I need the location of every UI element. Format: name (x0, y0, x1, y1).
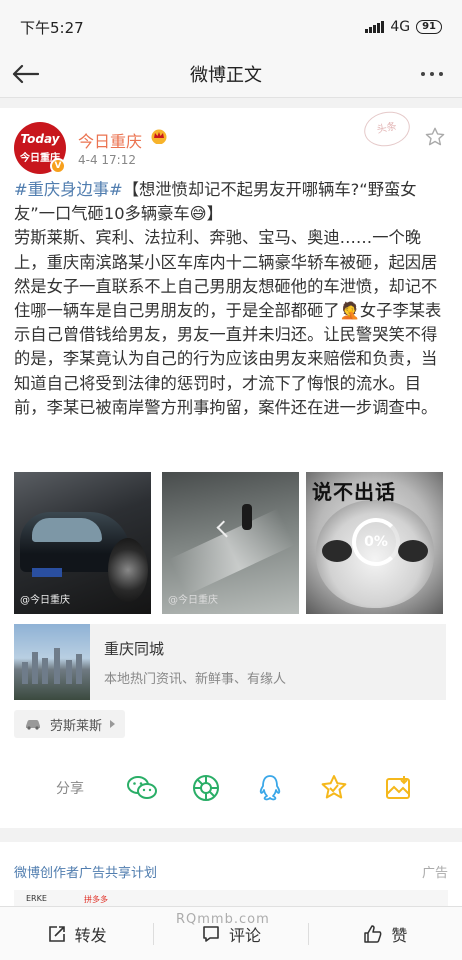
image-share-icon (386, 776, 410, 799)
share-image-button[interactable] (366, 768, 430, 808)
star-badge-icon (321, 775, 347, 799)
spare-tyre (108, 538, 148, 602)
topic-tag-link[interactable]: #重庆身边事# (14, 180, 123, 199)
headline-stamp: 头条 (360, 107, 414, 151)
ad-title[interactable]: 微博创作者广告共享计划 (14, 862, 157, 881)
wechat-icon (127, 776, 157, 799)
nav-bar: 微博正文 (0, 50, 462, 98)
status-indicators: 4G 91 (365, 15, 442, 35)
share-row: 分享 (0, 758, 462, 818)
ad-brand-a: ERKE (26, 894, 47, 903)
post-image-3[interactable]: 说不出话 0% (306, 472, 443, 614)
topic-chip-label: 劳斯莱斯 (50, 718, 103, 734)
post-card: Today 今日重庆 V 今日重庆 4-4 17:12 头条 #重庆身边事#【想… (0, 107, 462, 828)
repost-button[interactable]: 转发 (0, 922, 153, 946)
car-topic-chip[interactable]: 劳斯莱斯 (14, 710, 126, 738)
person-silhouette (242, 504, 252, 530)
verified-badge-icon: V (50, 158, 66, 174)
share-wechat-button[interactable] (110, 768, 174, 808)
light-streak (169, 508, 295, 596)
ad-label: 广告 (421, 866, 448, 881)
more-button[interactable] (402, 50, 462, 98)
repost-icon (48, 925, 65, 942)
back-button[interactable] (0, 50, 50, 98)
link-card-description: 本地热门资讯、新鲜事、有缘人 (104, 672, 287, 687)
ad-section[interactable]: 微博创作者广告共享计划 广告 ERKE 拼多多 (0, 842, 462, 912)
battery-icon: 91 (416, 20, 442, 34)
image-watermark: @今日重庆 (168, 595, 218, 606)
share-favorite-button[interactable] (302, 768, 366, 808)
moments-icon (193, 775, 219, 801)
share-label: 分享 (56, 781, 84, 797)
crown-icon (151, 129, 167, 144)
status-bar: 下午5:27 4G 91 (0, 0, 462, 50)
car-window (32, 518, 102, 542)
ad-brand-b: 拼多多 (84, 895, 108, 904)
repost-label: 转发 (74, 925, 107, 945)
favorite-star-icon[interactable] (424, 126, 446, 148)
meme-eye-left (322, 540, 352, 562)
share-qq-button[interactable] (238, 768, 302, 808)
post-image-1[interactable]: @今日重庆 (14, 472, 151, 614)
post-body: 劳斯莱斯、宾利、法拉利、奔驰、宝马、奥迪……一个晚上，重庆南滨路某小区车库内十二… (14, 228, 442, 417)
car-plate (32, 568, 62, 577)
like-button[interactable]: 赞 (309, 922, 462, 946)
image-watermark: @今日重庆 (20, 595, 70, 606)
post-image-2[interactable]: @今日重庆 (162, 472, 299, 614)
author-name[interactable]: 今日重庆 (78, 128, 142, 152)
network-type: 4G (390, 19, 411, 35)
link-card[interactable]: 重庆同城 本地热门资讯、新鲜事、有缘人 (14, 624, 446, 700)
link-card-title: 重庆同城 (104, 640, 165, 658)
city-skyline-thumbnail (14, 624, 90, 700)
meme-caption: 说不出话 (312, 480, 396, 504)
post-time: 4-4 17:12 (78, 153, 136, 167)
site-watermark: RQmmb.com (176, 912, 270, 927)
status-time: 下午5:27 (20, 18, 84, 37)
page-title: 微博正文 (190, 64, 262, 86)
signal-icon (365, 21, 385, 33)
post-text: #重庆身边事#【想泄愤却记不起男友开哪辆车?“野蛮女友”一口气砸10多辆豪车😅】… (14, 178, 448, 420)
back-arrow-icon (12, 64, 39, 83)
like-label: 赞 (391, 925, 408, 945)
loading-percent: 0% (364, 534, 388, 550)
avatar-logo-text: Today (20, 132, 60, 146)
meme-eye-right (398, 540, 428, 562)
chevron-right-icon (110, 720, 116, 728)
qq-icon (259, 775, 281, 801)
car-icon (26, 720, 40, 730)
thumbs-up-icon (364, 924, 382, 943)
share-moments-button[interactable] (174, 768, 238, 808)
